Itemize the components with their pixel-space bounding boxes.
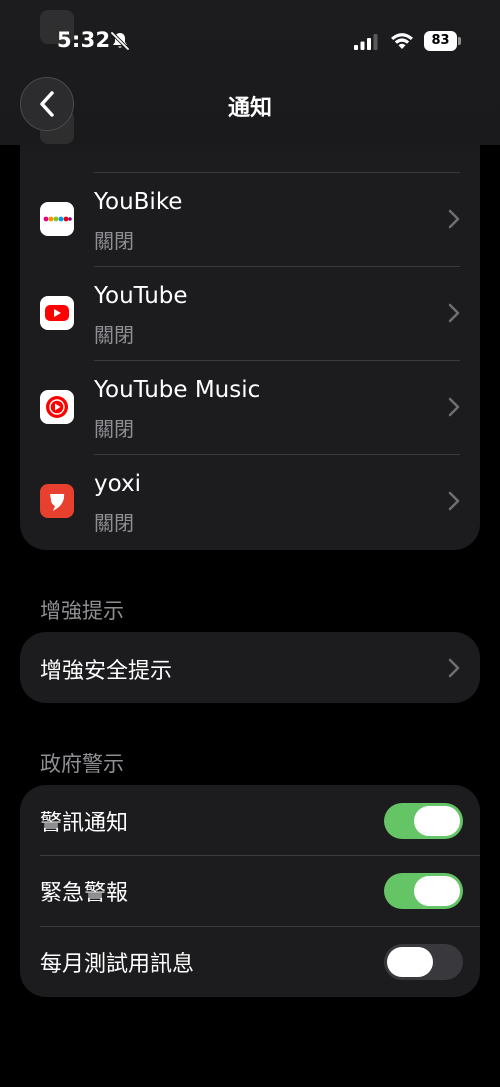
battery-level: 83 <box>431 33 450 48</box>
row-divider <box>94 266 460 267</box>
app-row-youtube[interactable]: YouTube 關閉 <box>20 266 480 360</box>
enhanced-safety-alerts-label: 增強安全提示 <box>40 659 173 684</box>
app-row-yoxi[interactable]: yoxi 關閉 <box>20 454 480 548</box>
app-name: yoxi <box>94 471 141 497</box>
row-divider <box>94 360 460 361</box>
app-status: 關閉 <box>94 511 134 535</box>
row-divider <box>40 855 480 856</box>
gov-row-emergency-alerts: 緊急警報 <box>20 855 480 926</box>
monthly-test-toggle[interactable] <box>384 944 463 980</box>
gov-row-label: 緊急警報 <box>40 881 129 906</box>
gov-row-label: 警訊通知 <box>40 811 129 836</box>
app-status: 關閉 <box>94 323 134 347</box>
app-row-youtube-music[interactable]: YouTube Music 關閉 <box>20 360 480 454</box>
youtube-icon <box>40 296 74 330</box>
toggle-knob <box>414 876 460 906</box>
gov-row-monthly-test: 每月測試用訊息 <box>20 926 480 997</box>
toggle-knob <box>387 947 433 977</box>
battery-nub <box>458 37 461 45</box>
app-status: 關閉 <box>94 229 134 253</box>
app-row-youbike[interactable]: YouBike 關閉 <box>20 172 480 266</box>
navigation-header: 5:32 83 通知 <box>0 0 500 145</box>
page-title: 通知 <box>227 96 272 121</box>
gov-row-label: 每月測試用訊息 <box>40 952 195 977</box>
status-time: 5:32 <box>57 28 111 52</box>
chevron-right-icon <box>448 397 460 417</box>
row-divider <box>94 172 460 173</box>
row-divider <box>40 926 480 927</box>
government-alerts-group: 警訊通知 緊急警報 每月測試用訊息 <box>20 785 480 997</box>
alert-notification-toggle[interactable] <box>384 803 463 839</box>
youtube-music-icon <box>40 390 74 424</box>
app-name: YouTube Music <box>94 377 261 403</box>
row-divider <box>94 454 460 455</box>
chevron-right-icon <box>448 658 460 678</box>
section-header-government: 政府警示 <box>40 752 124 776</box>
bell-slash-icon <box>110 31 130 51</box>
youbike-icon <box>40 202 74 236</box>
app-name: YouBike <box>94 189 183 215</box>
chevron-right-icon <box>448 303 460 323</box>
cellular-signal-icon <box>354 34 378 50</box>
yoxi-icon <box>40 484 74 518</box>
gov-row-alert-notification: 警訊通知 <box>20 785 480 856</box>
battery-indicator: 83 <box>424 31 461 51</box>
section-header-enhanced: 增強提示 <box>40 599 124 623</box>
chevron-right-icon <box>448 491 460 511</box>
enhanced-safety-alerts-row[interactable]: 增強安全提示 <box>20 632 480 703</box>
toggle-knob <box>414 806 460 836</box>
chevron-right-icon <box>448 209 460 229</box>
app-name: YouTube <box>94 283 188 309</box>
emergency-alerts-toggle[interactable] <box>384 873 463 909</box>
app-status: 關閉 <box>94 417 134 441</box>
status-bar: 5:32 83 <box>0 22 500 62</box>
wifi-icon <box>391 33 413 49</box>
